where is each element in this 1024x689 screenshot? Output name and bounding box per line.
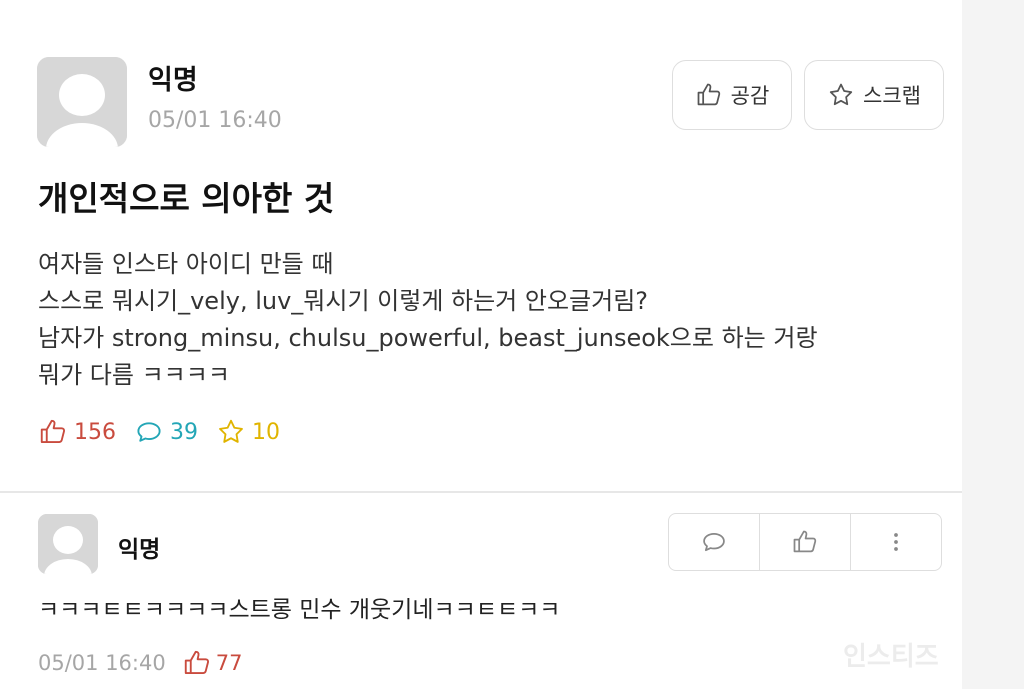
- comment-toolbar: [668, 513, 942, 571]
- default-user-avatar-icon: [37, 57, 127, 147]
- comment-like-count-value: 77: [215, 651, 243, 675]
- comment-author-name: 익명: [118, 537, 161, 563]
- default-user-avatar-icon: [38, 514, 98, 574]
- post-body-line: 스스로 뭐시기_vely, luv_뭐시기 이렇게 하는거 안오글거림?: [38, 287, 649, 315]
- post-author-name: 익명: [148, 65, 198, 96]
- comment-count-value: 39: [170, 419, 198, 445]
- comment-like-count: 77: [182, 648, 243, 678]
- comment-meta: 05/01 16:40 77: [38, 648, 242, 678]
- speech-bubble-icon: [137, 422, 161, 442]
- like-button[interactable]: 공감: [672, 60, 792, 130]
- like-count-value: 156: [74, 419, 116, 445]
- comment-count: 39: [134, 417, 198, 447]
- more-options-button[interactable]: [850, 514, 941, 570]
- scrap-count-value: 10: [252, 419, 280, 445]
- like-button-label: 공감: [730, 84, 770, 108]
- post-body-line: 여자들 인스타 아이디 만들 때: [38, 250, 334, 278]
- post-body-line: 남자가 strong_minsu, chulsu_powerful, beast…: [38, 324, 818, 352]
- scrap-button-label: 스크랩: [863, 84, 921, 108]
- scrap-button[interactable]: 스크랩: [804, 60, 944, 130]
- post-card: 익명 05/01 16:40 공감 스크랩 개인적으로 의아한 것 여자들 인스…: [0, 0, 962, 492]
- star-icon: [829, 83, 853, 106]
- vertical-ellipsis-icon: [894, 533, 898, 551]
- comment-like-button[interactable]: [759, 514, 850, 570]
- speech-bubble-icon: [703, 532, 725, 552]
- post-body: 여자들 인스타 아이디 만들 때 스스로 뭐시기_vely, luv_뭐시기 이…: [38, 246, 818, 394]
- scrap-count: 10: [216, 417, 280, 447]
- thumbs-up-icon: [40, 419, 66, 443]
- site-watermark: 인스티즈: [843, 642, 939, 672]
- author-avatar: [37, 57, 127, 147]
- post-stats: 156 39 10: [38, 417, 280, 447]
- post-title: 개인적으로 의아한 것: [38, 179, 335, 218]
- comment-author-avatar: [38, 514, 98, 574]
- comment-timestamp: 05/01 16:40: [38, 651, 166, 675]
- star-icon: [219, 419, 243, 443]
- thumbs-up-icon: [793, 530, 817, 553]
- comment-text: ㅋㅋㅋㅌㅌㅋㅋㅋㅋ스트롱 민수 개웃기네ㅋㅋㅌㅌㅋㅋ: [38, 597, 561, 623]
- post-body-line: 뭐가 다름 ㅋㅋㅋㅋ: [38, 361, 230, 389]
- post-timestamp: 05/01 16:40: [148, 108, 282, 133]
- right-margin: [962, 0, 1024, 689]
- thumbs-up-icon: [184, 650, 209, 674]
- thumbs-up-icon: [697, 83, 720, 106]
- section-divider: [0, 491, 962, 493]
- like-count: 156: [38, 417, 116, 447]
- reply-button[interactable]: [669, 514, 759, 570]
